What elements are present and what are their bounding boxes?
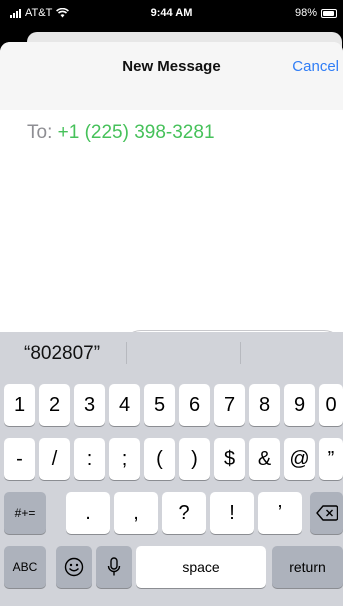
key-2[interactable]: 2 — [39, 384, 70, 426]
key-period[interactable]: . — [66, 492, 110, 534]
suggestion-divider — [126, 342, 127, 364]
suggestion-divider — [240, 342, 241, 364]
key-1[interactable]: 1 — [4, 384, 35, 426]
abc-key[interactable]: ABC — [4, 546, 46, 588]
key-8[interactable]: 8 — [249, 384, 280, 426]
key-ampersand[interactable]: & — [249, 438, 280, 480]
microphone-icon — [107, 557, 121, 576]
dictation-key[interactable] — [96, 546, 132, 588]
key-3[interactable]: 3 — [74, 384, 105, 426]
key-4[interactable]: 4 — [109, 384, 140, 426]
key-slash[interactable]: / — [39, 438, 70, 480]
suggestion-bar: “802807” — [0, 332, 343, 378]
keyboard: “802807” 1 2 3 4 5 6 7 8 9 0 - / : ; ( )… — [0, 332, 343, 606]
key-quote[interactable]: ” — [319, 438, 343, 480]
emoji-icon — [64, 557, 84, 577]
space-key[interactable]: space — [136, 546, 266, 588]
status-bar: AT&T 9:44 AM 98% — [0, 0, 343, 28]
key-9[interactable]: 9 — [284, 384, 315, 426]
status-time: 9:44 AM — [150, 7, 193, 19]
key-dollar[interactable]: $ — [214, 438, 245, 480]
emoji-key[interactable] — [56, 546, 92, 588]
key-open-paren[interactable]: ( — [144, 438, 175, 480]
recipient-number[interactable]: +1 (225) 398-3281 — [58, 122, 215, 143]
key-5[interactable]: 5 — [144, 384, 175, 426]
key-hyphen[interactable]: - — [4, 438, 35, 480]
return-key[interactable]: return — [272, 546, 343, 588]
navigation-bar: New Message Cancel — [0, 42, 343, 110]
key-comma[interactable]: , — [114, 492, 158, 534]
backspace-icon — [315, 505, 338, 521]
key-0[interactable]: 0 — [319, 384, 343, 426]
key-close-paren[interactable]: ) — [179, 438, 210, 480]
to-label: To: — [27, 122, 53, 143]
suggestion-item[interactable]: “802807” — [24, 343, 100, 365]
cancel-button[interactable]: Cancel — [292, 58, 339, 75]
to-field[interactable]: To: +1 (225) 398-3281 — [27, 122, 215, 144]
key-semicolon[interactable]: ; — [109, 438, 140, 480]
key-7[interactable]: 7 — [214, 384, 245, 426]
symbols-key[interactable]: #+= — [4, 492, 46, 534]
key-exclamation[interactable]: ! — [210, 492, 254, 534]
key-apostrophe[interactable]: ’ — [258, 492, 302, 534]
key-at[interactable]: @ — [284, 438, 315, 480]
status-right: 98% — [295, 7, 337, 19]
key-6[interactable]: 6 — [179, 384, 210, 426]
backspace-key[interactable] — [310, 492, 343, 534]
key-question[interactable]: ? — [162, 492, 206, 534]
key-colon[interactable]: : — [74, 438, 105, 480]
battery-icon — [321, 8, 337, 18]
battery-percent: 98% — [294, 7, 317, 19]
